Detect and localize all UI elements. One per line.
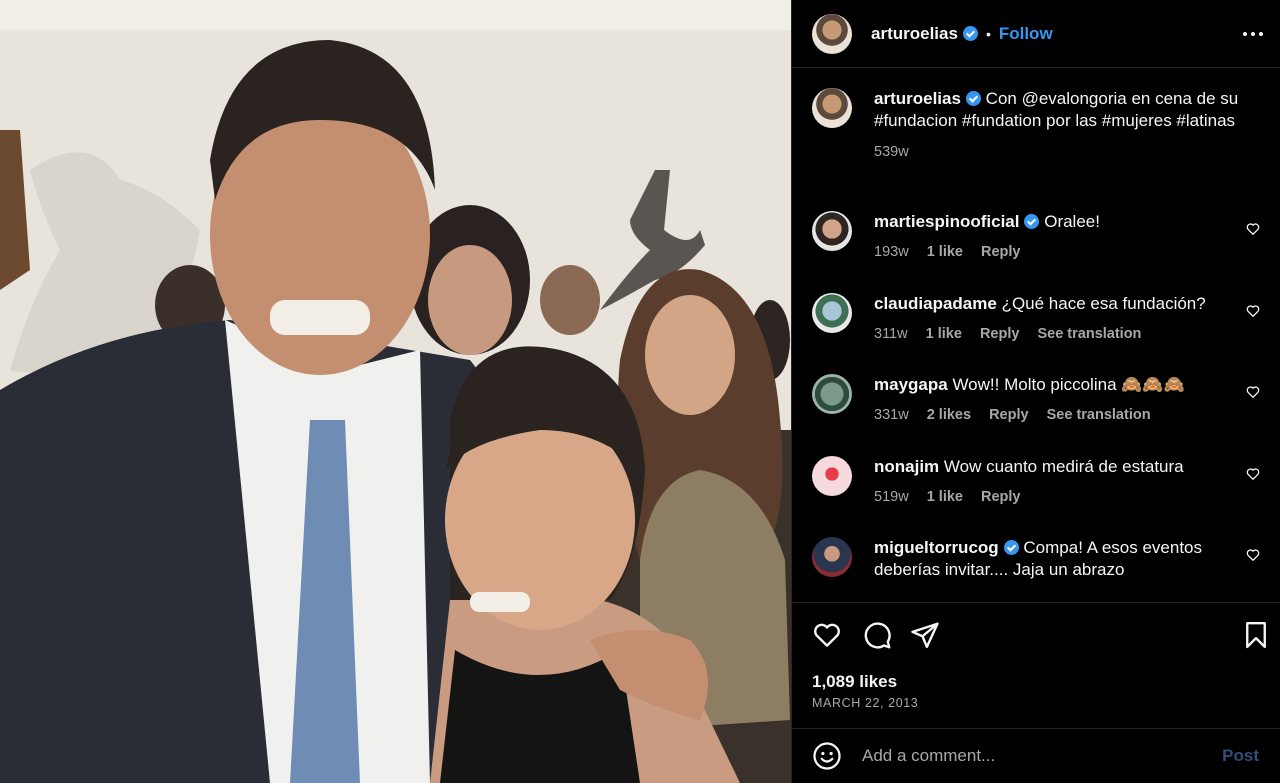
comment-username[interactable]: maygapa — [874, 375, 948, 394]
comment-likes[interactable]: 2 likes — [927, 407, 971, 423]
author-avatar[interactable] — [812, 13, 852, 54]
separator-dot: • — [985, 25, 991, 42]
author-username[interactable]: arturoelias — [871, 24, 958, 44]
see-translation-button[interactable]: See translation — [1047, 407, 1151, 423]
verified-badge-icon — [965, 91, 981, 106]
post-side-panel: arturoelias • Follow arturoelias Con @ev… — [791, 0, 1280, 783]
share-icon[interactable] — [910, 620, 940, 650]
reply-button[interactable]: Reply — [980, 326, 1020, 342]
like-comment-heart-icon[interactable] — [1246, 222, 1260, 236]
verified-badge-icon — [1003, 540, 1019, 555]
comment-item: maygapa Wow!! Molto piccolina 🙈🙈🙈 331w 2… — [812, 374, 1272, 426]
comment-username[interactable]: migueltorrucog — [874, 538, 999, 557]
commenter-avatar[interactable] — [812, 211, 852, 251]
commenter-avatar[interactable] — [812, 293, 852, 333]
author-avatar[interactable] — [812, 88, 852, 128]
comment-likes[interactable]: 1 like — [926, 326, 962, 342]
commenter-avatar[interactable] — [812, 456, 852, 496]
comment-item: claudiapadame ¿Qué hace esa fundación? 3… — [812, 293, 1272, 345]
like-comment-heart-icon[interactable] — [1246, 304, 1260, 318]
comment-input[interactable] — [862, 746, 1212, 766]
like-comment-heart-icon[interactable] — [1246, 548, 1260, 562]
comment-age: 519w — [874, 489, 909, 505]
caption-username[interactable]: arturoelias — [874, 89, 961, 108]
comment-username[interactable]: martiespinooficial — [874, 212, 1019, 231]
post-date[interactable]: MARCH 22, 2013 — [812, 696, 918, 710]
comment-username[interactable]: claudiapadame — [874, 294, 997, 313]
comment-text: Wow cuanto medirá de estatura — [943, 457, 1184, 476]
heart-icon[interactable] — [812, 620, 842, 650]
add-comment-bar: Post — [792, 728, 1280, 783]
post-actions: 1,089 likes MARCH 22, 2013 — [792, 602, 1280, 728]
verified-badge-icon — [1024, 214, 1040, 229]
comment-age: 331w — [874, 407, 909, 423]
like-comment-heart-icon[interactable] — [1246, 467, 1260, 481]
verified-badge-icon — [962, 26, 978, 41]
like-comment-heart-icon[interactable] — [1246, 385, 1260, 399]
comment-item: nonajim Wow cuanto medirá de estatura 51… — [812, 456, 1272, 508]
comment-text: Oralee! — [1044, 212, 1100, 231]
comments-list[interactable]: arturoelias Con @evalongoria en cena de … — [792, 69, 1280, 602]
comment-age: 311w — [874, 326, 908, 342]
more-options-icon[interactable] — [1241, 22, 1265, 46]
comment-likes[interactable]: 1 like — [927, 244, 963, 260]
see-translation-button[interactable]: See translation — [1037, 326, 1141, 342]
comment-item: migueltorrucog Compa! A esos eventos deb… — [812, 537, 1272, 581]
follow-button[interactable]: Follow — [999, 24, 1053, 44]
reply-button[interactable]: Reply — [981, 244, 1021, 260]
comment-username[interactable]: nonajim — [874, 457, 939, 476]
comment-text: ¿Qué hace esa fundación? — [1001, 294, 1206, 313]
comment-item: martiespinooficial Oralee! 193w 1 like R… — [812, 211, 1272, 263]
reply-button[interactable]: Reply — [989, 407, 1029, 423]
post-photo[interactable] — [0, 0, 791, 783]
comment-age: 193w — [874, 244, 909, 260]
commenter-avatar[interactable] — [812, 537, 852, 577]
post-caption: arturoelias Con @evalongoria en cena de … — [812, 88, 1272, 163]
commenter-avatar[interactable] — [812, 374, 852, 414]
post-header: arturoelias • Follow — [792, 0, 1280, 68]
emoji-icon[interactable] — [812, 741, 842, 771]
likes-count[interactable]: 1,089 likes — [812, 672, 897, 692]
comment-icon[interactable] — [862, 620, 892, 650]
reply-button[interactable]: Reply — [981, 489, 1021, 505]
comment-likes[interactable]: 1 like — [927, 489, 963, 505]
post-comment-button[interactable]: Post — [1222, 746, 1259, 766]
bookmark-icon[interactable] — [1241, 620, 1271, 650]
comment-text: Wow!! Molto piccolina 🙈🙈🙈 — [952, 375, 1185, 394]
caption-age: 539w — [874, 144, 909, 160]
photo-illustration — [0, 0, 791, 783]
